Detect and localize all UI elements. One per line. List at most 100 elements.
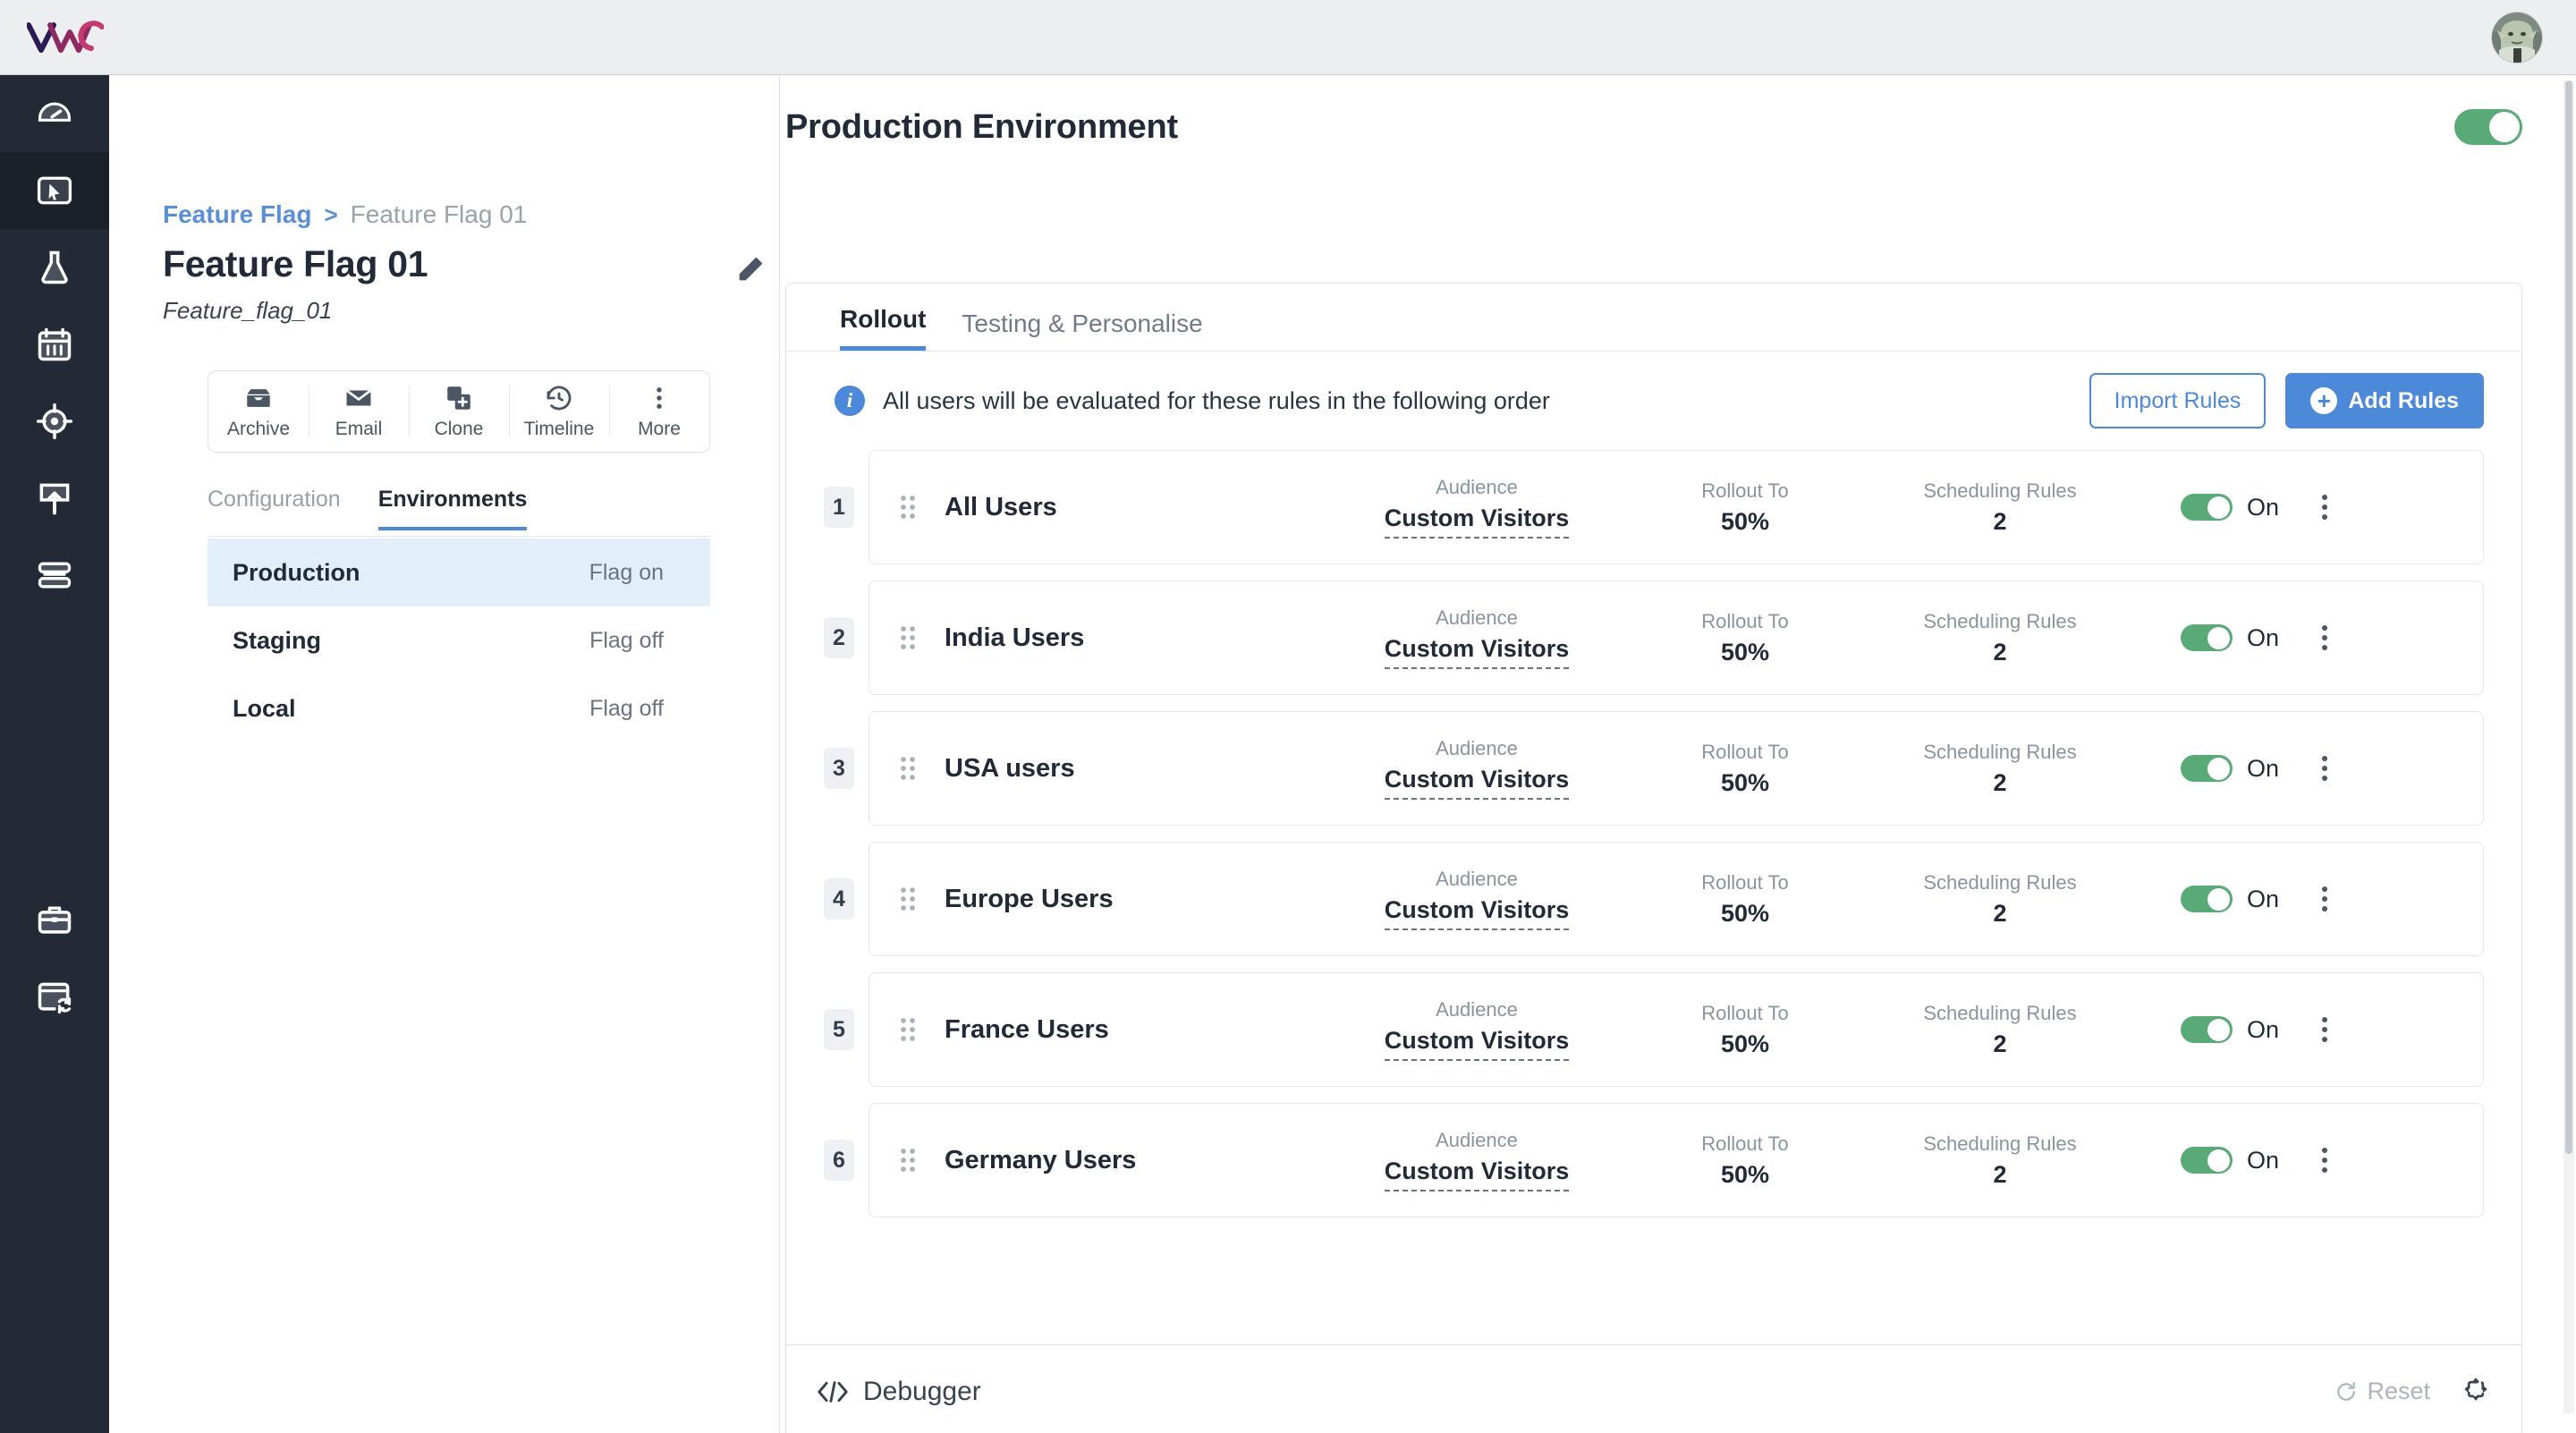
rollout-label: Rollout To (1701, 740, 1789, 763)
breadcrumb: Feature Flag > Feature Flag 01 (163, 200, 527, 229)
rollout-label: Rollout To (1701, 609, 1789, 632)
sidebar-item-insights[interactable] (0, 152, 109, 229)
drag-handle-icon[interactable] (893, 494, 923, 521)
audience-value[interactable]: Custom Visitors (1384, 505, 1570, 538)
rule-name: USA users (945, 753, 1075, 783)
sidebar-item-targeting[interactable] (0, 383, 109, 460)
archive-icon (247, 389, 270, 407)
copy-plus-icon (447, 386, 470, 410)
rule-scheduling: Scheduling Rules 2 (1866, 479, 2134, 536)
rule-card[interactable]: France Users Audience Custom Visitors Ro… (869, 972, 2484, 1087)
rule-menu-icon[interactable] (2322, 625, 2328, 650)
scheduling-value: 2 (1993, 899, 2007, 927)
audience-value[interactable]: Custom Visitors (1384, 1027, 1570, 1061)
env-name: Local (233, 694, 296, 722)
scrollbar-thumb[interactable] (2565, 81, 2572, 1154)
drag-handle-icon[interactable] (893, 1016, 923, 1043)
tab-testing-personalise[interactable]: Testing & Personalise (962, 309, 1202, 351)
sidebar-item-testing[interactable] (0, 229, 109, 306)
rule-toggle[interactable] (2181, 624, 2233, 651)
rule-card[interactable]: Germany Users Audience Custom Visitors R… (869, 1103, 2484, 1217)
archive-label: Archive (226, 419, 291, 439)
timeline-button[interactable]: Timeline (509, 371, 609, 452)
rule-card[interactable]: USA users Audience Custom Visitors Rollo… (869, 711, 2484, 826)
rule-rank: 6 (824, 1140, 854, 1181)
rule-toggle[interactable] (2181, 755, 2233, 782)
sidebar-item-plan[interactable] (0, 306, 109, 383)
scheduling-value: 2 (1993, 507, 2007, 535)
env-item-production[interactable]: Production Flag on (208, 538, 710, 606)
rule-card[interactable]: All Users Audience Custom Visitors Rollo… (869, 450, 2484, 564)
sidebar-item-sync[interactable] (0, 959, 109, 1036)
rule-menu-icon[interactable] (2322, 886, 2328, 912)
more-label: More (638, 419, 681, 439)
rollout-label: Rollout To (1701, 479, 1789, 502)
audience-value[interactable]: Custom Visitors (1384, 635, 1570, 669)
clone-button[interactable]: Clone (409, 371, 509, 452)
rule-toggle[interactable] (2181, 494, 2233, 521)
drag-handle-icon[interactable] (893, 886, 923, 912)
drag-handle-icon[interactable] (893, 755, 923, 782)
rule-toggle-group: On (2181, 1016, 2279, 1044)
reset-button[interactable]: Reset (2334, 1378, 2430, 1405)
rollout-value: 50% (1720, 1030, 1770, 1057)
environment-toggle[interactable] (2454, 109, 2522, 145)
environment-list: Production Flag on Staging Flag off Loca… (208, 538, 710, 742)
audience-value[interactable]: Custom Visitors (1384, 1157, 1570, 1191)
card-tabs: Rollout Testing & Personalise (786, 284, 2521, 352)
more-button[interactable]: More (609, 371, 709, 452)
rule-toggle[interactable] (2181, 1147, 2233, 1174)
rollout-value: 50% (1720, 899, 1770, 927)
drag-handle-icon[interactable] (893, 624, 923, 651)
rule-toggle[interactable] (2181, 886, 2233, 912)
vwo-logo[interactable] (27, 20, 104, 55)
rollout-label: Rollout To (1701, 870, 1789, 894)
app-root: Feature Flag > Feature Flag 01 .crumb > … (0, 0, 2576, 1433)
environment-header: Production Environment (780, 75, 2576, 179)
sidebar-item-deploy[interactable] (0, 460, 109, 537)
rule-rank: 1 (824, 487, 854, 528)
tab-configuration[interactable]: Configuration (208, 487, 341, 527)
flask-icon (41, 250, 68, 284)
rule-card[interactable]: India Users Audience Custom Visitors Rol… (869, 581, 2484, 695)
expand-button[interactable] (2461, 1374, 2491, 1409)
audience-value[interactable]: Custom Visitors (1384, 766, 1570, 800)
table-row: 5 France Users Audience Custom Visitors … (824, 972, 2484, 1087)
rule-menu-icon[interactable] (2322, 495, 2328, 520)
crosshair-icon (36, 403, 73, 440)
calendar-icon (38, 327, 72, 361)
rule-toggle[interactable] (2181, 1016, 2233, 1043)
sidebar-item-dashboard[interactable] (0, 75, 109, 152)
tab-rollout[interactable]: Rollout (840, 305, 927, 351)
table-row: 2 India Users Audience Custom Visitors R… (824, 581, 2484, 695)
environment-title: Production Environment (785, 107, 1178, 146)
add-rules-button[interactable]: + Add Rules (2285, 373, 2484, 428)
left-nav-rail (0, 75, 109, 1433)
env-name: Staging (233, 626, 321, 654)
flag-action-toolbar: Archive Email Clone Timeline More (208, 370, 710, 453)
rule-menu-icon[interactable] (2322, 756, 2328, 781)
page-scrollbar[interactable] (2563, 81, 2574, 1413)
drag-handle-icon[interactable] (893, 1147, 923, 1174)
tab-environments[interactable]: Environments (377, 487, 528, 530)
env-item-staging[interactable]: Staging Flag off (208, 606, 710, 674)
import-rules-button[interactable]: Import Rules (2089, 373, 2267, 428)
rule-menu-icon[interactable] (2322, 1017, 2328, 1042)
avatar[interactable] (2492, 12, 2542, 63)
debugger-button[interactable]: Debugger (817, 1377, 981, 1407)
archive-button[interactable]: Archive (208, 371, 309, 452)
sidebar-item-data[interactable] (0, 537, 109, 614)
scheduling-label: Scheduling Rules (1923, 479, 2077, 502)
edit-flag-button[interactable] (735, 254, 766, 289)
grip-dots-icon (901, 496, 915, 519)
env-item-local[interactable]: Local Flag off (208, 674, 710, 742)
sidebar-item-toolbox[interactable] (0, 882, 109, 959)
rule-name: All Users (945, 492, 1057, 521)
audience-value[interactable]: Custom Visitors (1384, 896, 1570, 930)
rule-card[interactable]: Europe Users Audience Custom Visitors Ro… (869, 842, 2484, 956)
rule-name: Germany Users (945, 1145, 1137, 1174)
layers-icon (38, 562, 72, 589)
email-button[interactable]: Email (309, 371, 409, 452)
breadcrumb-root[interactable]: Feature Flag (163, 200, 311, 229)
rule-menu-icon[interactable] (2322, 1148, 2328, 1173)
